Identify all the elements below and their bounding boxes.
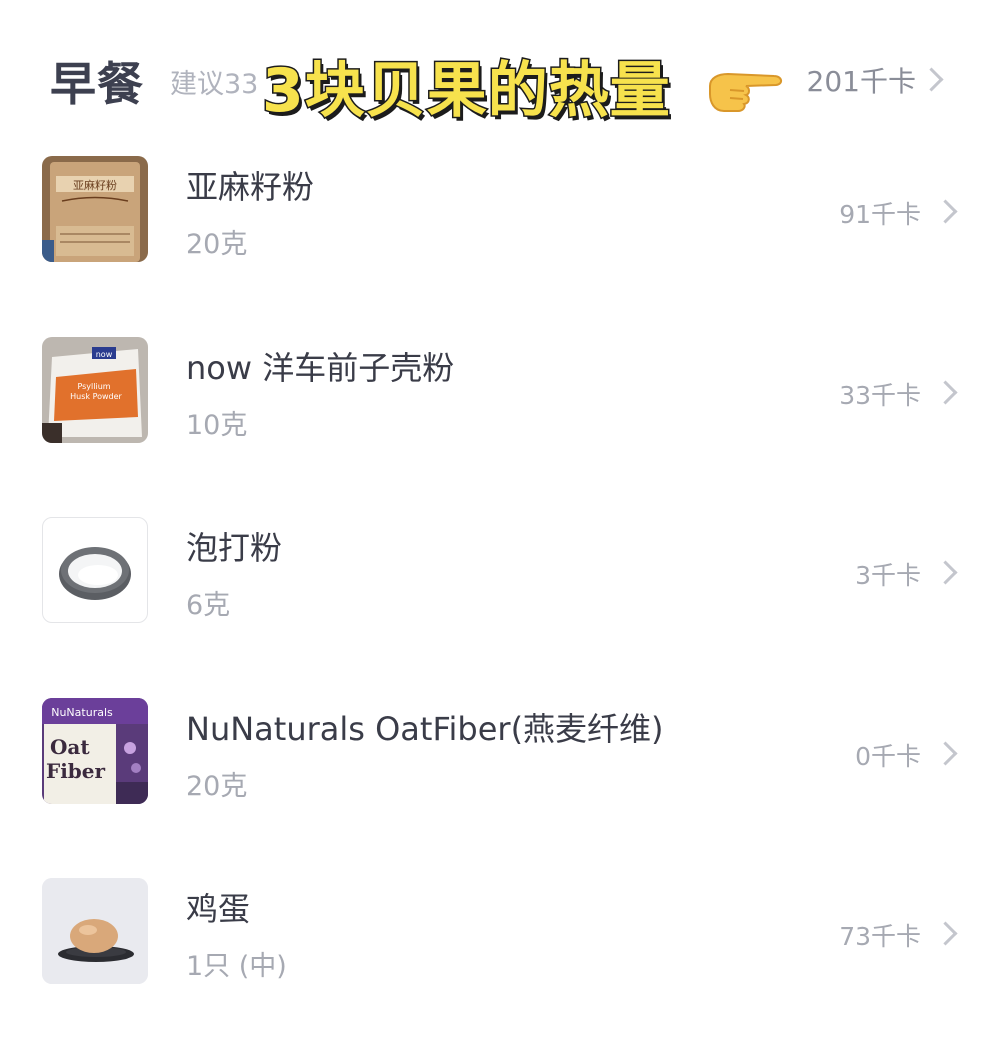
food-thumbnail-flaxseed: 亚麻籽粉 [42,156,148,262]
meal-header[interactable]: 早餐 建议33 3块贝果的热量 201千卡 [0,0,996,140]
food-item-baking-powder[interactable]: 泡打粉 6克 3千卡 [0,501,996,682]
food-thumbnail-oat-fiber: NuNaturals Oat Fiber [42,697,148,804]
food-amount: 6克 [186,590,231,621]
svg-text:NuNaturals: NuNaturals [51,706,113,719]
chevron-right-icon [933,199,958,224]
overlay-caption: 3块贝果的热量 [261,55,672,128]
food-name: 亚麻籽粉 [186,168,315,206]
chevron-right-icon [919,67,944,92]
food-amount: 20克 [186,770,248,802]
svg-text:now: now [96,350,113,359]
food-thumbnail-psyllium: now Psyllium Husk Powder [42,336,148,443]
food-amount: 20克 [186,229,248,260]
food-thumbnail-baking-powder [42,517,148,623]
meal-total-kcal: 201千卡 [806,65,916,98]
food-item-oat-fiber[interactable]: NuNaturals Oat Fiber NuNaturals OatFiber… [0,682,996,863]
food-kcal: 3千卡 [855,561,921,590]
food-amount: 10克 [186,409,248,441]
food-item-psyllium[interactable]: now Psyllium Husk Powder now 洋车前子壳粉 10克 … [0,321,996,502]
food-name: 泡打粉 [186,529,283,567]
svg-text:Oat: Oat [50,735,90,759]
food-item-flaxseed[interactable]: 亚麻籽粉 亚麻籽粉 20克 91千卡 [0,140,996,321]
pointing-right-hand-icon [706,64,786,114]
food-kcal: 33千卡 [839,380,921,410]
chevron-right-icon [933,379,958,405]
food-name: 鸡蛋 [186,890,251,928]
food-kcal: 91千卡 [839,200,921,229]
svg-text:Fiber: Fiber [46,759,106,783]
chevron-right-icon [933,740,958,766]
svg-text:亚麻籽粉: 亚麻籽粉 [73,178,117,192]
food-kcal: 0千卡 [855,741,921,771]
food-name: now 洋车前子壳粉 [186,348,455,387]
food-name: NuNaturals OatFiber(燕麦纤维) [186,709,664,748]
chevron-right-icon [933,921,958,946]
meal-suggestion: 建议33 [170,69,259,100]
food-item-egg[interactable]: 鸡蛋 1只 (中) 73千卡 [0,862,996,1043]
svg-text:Psyllium: Psyllium [77,382,110,391]
chevron-right-icon [933,560,958,585]
meal-title: 早餐 [50,57,144,111]
svg-text:Husk Powder: Husk Powder [70,392,122,401]
food-kcal: 73千卡 [839,922,921,951]
food-thumbnail-egg [42,878,148,984]
food-list: 亚麻籽粉 亚麻籽粉 20克 91千卡 now Psyllium Husk Pow… [0,140,996,1043]
food-amount: 1只 (中) [186,951,287,982]
